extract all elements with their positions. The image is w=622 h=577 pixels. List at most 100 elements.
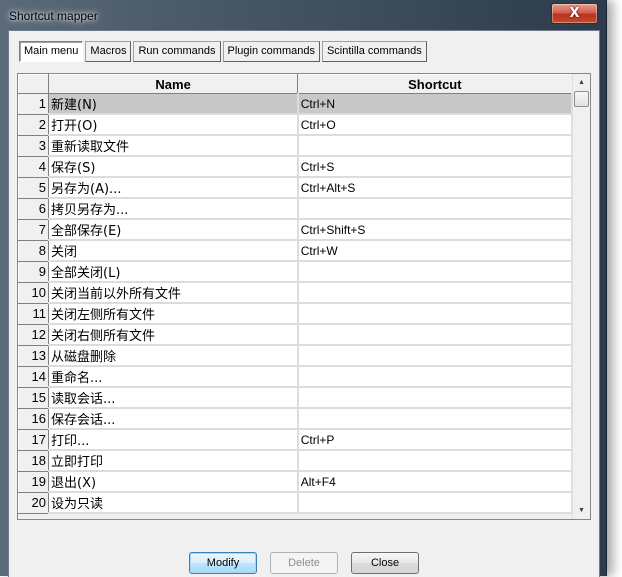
shortcut-cell[interactable]: Alt+F4	[297, 471, 574, 493]
command-name-cell[interactable]: 打印...	[48, 429, 299, 451]
shortcut-mapper-window: Shortcut mapper X Main menu Macros Run com…	[0, 0, 607, 577]
row-number-cell: 4	[18, 155, 50, 178]
shortcut-cell[interactable]	[297, 261, 574, 283]
table-row[interactable]: 14 重命名...	[18, 365, 574, 388]
table-row[interactable]: 12 关闭右侧所有文件	[18, 323, 574, 346]
dialog-client-area: Main menu Macros Run commands Plugin comman…	[8, 30, 600, 577]
table-row[interactable]: 4 保存(S) Ctrl+S	[18, 155, 574, 178]
shortcut-cell[interactable]	[297, 282, 574, 304]
row-number-cell: 8	[18, 239, 50, 262]
table-row[interactable]: 8 关闭 Ctrl+W	[18, 239, 574, 262]
shortcut-cell[interactable]	[297, 492, 574, 514]
row-number-cell: 16	[18, 407, 50, 430]
shortcut-cell[interactable]: Ctrl+O	[297, 114, 574, 136]
command-name-cell[interactable]: 全部关闭(L)	[48, 261, 299, 283]
shortcut-grid: Name Shortcut 1 新建(N) Ctrl+N 2 打开(O) Ctrl+O 3 重…	[17, 73, 591, 520]
table-row[interactable]: 18 立即打印	[18, 449, 574, 472]
shortcut-cell[interactable]	[297, 345, 574, 367]
table-row[interactable]: 11 关闭左侧所有文件	[18, 302, 574, 325]
header-corner	[18, 74, 50, 94]
tab-scintilla-commands[interactable]: Scintilla commands	[321, 41, 427, 62]
row-number-cell: 20	[18, 491, 50, 514]
table-row[interactable]: 15 读取会话...	[18, 386, 574, 409]
table-row[interactable]: 1 新建(N) Ctrl+N	[18, 93, 574, 115]
close-button[interactable]: Close	[351, 552, 419, 574]
command-name-cell[interactable]: 新建(N)	[48, 93, 299, 115]
shortcut-cell[interactable]	[297, 303, 574, 325]
command-name-cell[interactable]: 退出(X)	[48, 471, 299, 493]
command-name-cell[interactable]: 保存会话...	[48, 408, 299, 430]
shortcut-cell[interactable]	[297, 366, 574, 388]
row-number-cell: 6	[18, 197, 50, 220]
command-name-cell[interactable]: 全部保存(E)	[48, 219, 299, 241]
shortcut-cell[interactable]	[297, 387, 574, 409]
vertical-scrollbar[interactable]: ▲ ▼	[572, 74, 590, 519]
shortcut-cell[interactable]: Ctrl+W	[297, 240, 574, 262]
command-name-cell[interactable]: 打开(O)	[48, 114, 299, 136]
command-name-cell[interactable]: 读取会话...	[48, 387, 299, 409]
command-name-cell[interactable]: 另存为(A)...	[48, 177, 299, 199]
command-name-cell[interactable]: 拷贝另存为...	[48, 198, 299, 220]
table-row[interactable]: 20 设为只读	[18, 491, 574, 514]
title-bar[interactable]: Shortcut mapper X	[0, 0, 606, 30]
table-row[interactable]: 19 退出(X) Alt+F4	[18, 470, 574, 493]
table-row[interactable]: 16 保存会话...	[18, 407, 574, 430]
command-name-cell[interactable]: 从磁盘删除	[48, 345, 299, 367]
command-name-cell[interactable]: 关闭	[48, 240, 299, 262]
command-name-cell[interactable]: 设为只读	[48, 492, 299, 514]
command-name-cell[interactable]: 关闭右侧所有文件	[48, 324, 299, 346]
table-row[interactable]: 13 从磁盘删除	[18, 344, 574, 367]
shortcut-cell[interactable]: Ctrl+Shift+S	[297, 219, 574, 241]
scrollbar-thumb[interactable]	[574, 91, 589, 107]
tab-plugin-commands[interactable]: Plugin commands	[222, 41, 320, 62]
close-window-button[interactable]: X	[551, 3, 598, 24]
tab-run-commands[interactable]: Run commands	[133, 41, 221, 62]
row-number-cell: 5	[18, 176, 50, 199]
window-title: Shortcut mapper	[9, 9, 98, 23]
shortcut-cell[interactable]: Ctrl+Alt+S	[297, 177, 574, 199]
shortcut-cell[interactable]: Ctrl+P	[297, 429, 574, 451]
shortcut-table: Name Shortcut 1 新建(N) Ctrl+N 2 打开(O) Ctrl+O 3 重…	[18, 74, 574, 514]
table-header-row: Name Shortcut	[18, 74, 573, 94]
row-number-cell: 19	[18, 470, 50, 493]
command-name-cell[interactable]: 立即打印	[48, 450, 299, 472]
scroll-up-arrow-icon[interactable]: ▲	[573, 74, 590, 91]
scroll-down-arrow-icon[interactable]: ▼	[573, 502, 590, 519]
row-number-cell: 15	[18, 386, 50, 409]
modify-button[interactable]: Modify	[189, 552, 257, 574]
shortcut-cell[interactable]	[297, 450, 574, 472]
command-name-cell[interactable]: 关闭当前以外所有文件	[48, 282, 299, 304]
row-number-cell: 11	[18, 302, 50, 325]
table-row[interactable]: 7 全部保存(E) Ctrl+Shift+S	[18, 218, 574, 241]
table-row[interactable]: 9 全部关闭(L)	[18, 260, 574, 283]
table-row[interactable]: 2 打开(O) Ctrl+O	[18, 113, 574, 136]
command-name-cell[interactable]: 保存(S)	[48, 156, 299, 178]
row-number-cell: 7	[18, 218, 50, 241]
shortcut-cell[interactable]	[297, 198, 574, 220]
table-row[interactable]: 10 关闭当前以外所有文件	[18, 281, 574, 304]
row-number-cell: 3	[18, 134, 50, 157]
column-header-shortcut[interactable]: Shortcut	[297, 74, 573, 94]
tab-bar: Main menu Macros Run commands Plugin comman…	[19, 41, 427, 62]
delete-button[interactable]: Delete	[270, 552, 338, 574]
row-number-cell: 2	[18, 113, 50, 136]
row-number-cell: 17	[18, 428, 50, 451]
table-row[interactable]: 6 拷贝另存为...	[18, 197, 574, 220]
shortcut-cell[interactable]: Ctrl+N	[297, 93, 574, 115]
row-number-cell: 18	[18, 449, 50, 472]
table-row[interactable]: 17 打印... Ctrl+P	[18, 428, 574, 451]
table-row[interactable]: 3 重新读取文件	[18, 134, 574, 157]
shortcut-cell[interactable]	[297, 408, 574, 430]
command-name-cell[interactable]: 重新读取文件	[48, 135, 299, 157]
table-row[interactable]: 5 另存为(A)... Ctrl+Alt+S	[18, 176, 574, 199]
command-name-cell[interactable]: 关闭左侧所有文件	[48, 303, 299, 325]
tab-macros[interactable]: Macros	[85, 41, 132, 62]
column-header-name[interactable]: Name	[48, 74, 299, 94]
command-name-cell[interactable]: 重命名...	[48, 366, 299, 388]
tab-main-menu[interactable]: Main menu	[19, 41, 84, 62]
row-number-cell: 13	[18, 344, 50, 367]
close-icon: X	[569, 6, 580, 21]
shortcut-cell[interactable]	[297, 135, 574, 157]
shortcut-cell[interactable]: Ctrl+S	[297, 156, 574, 178]
shortcut-cell[interactable]	[297, 324, 574, 346]
